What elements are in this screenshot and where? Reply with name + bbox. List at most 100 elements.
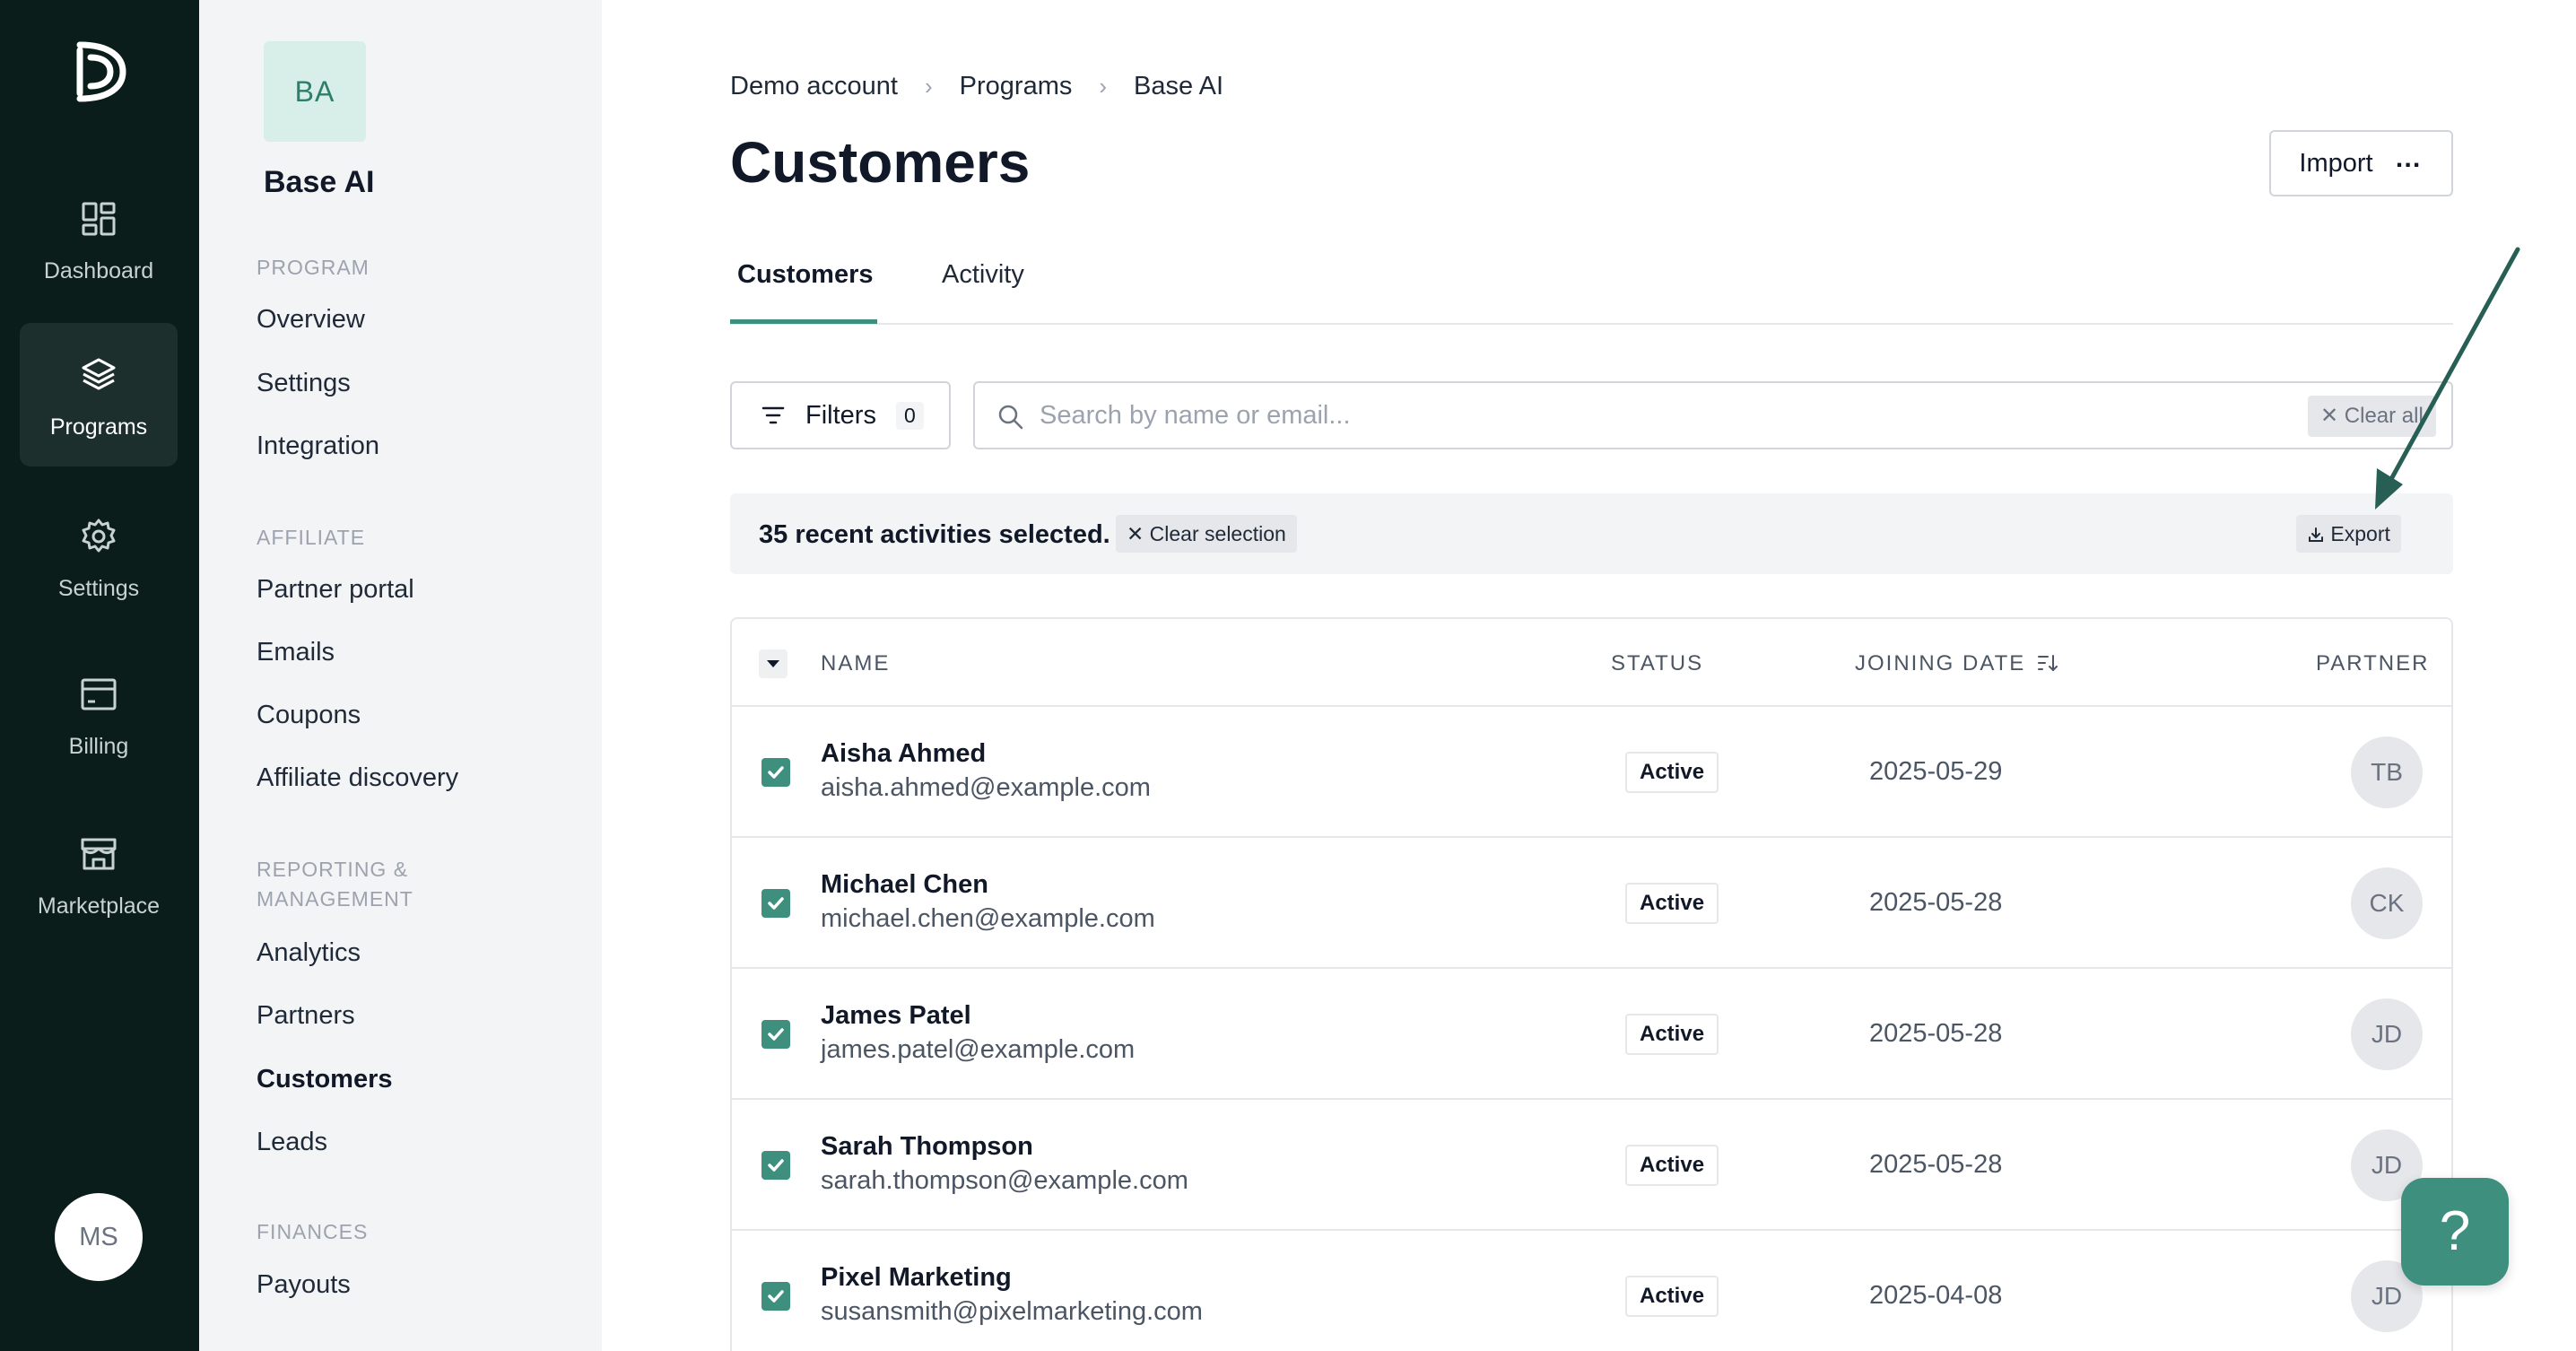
sidebar-item-partner-portal[interactable]: Partner portal bbox=[257, 575, 414, 605]
customer-name: Michael Chen bbox=[821, 870, 988, 899]
checkmark-icon bbox=[768, 1159, 784, 1172]
import-button-label: Import bbox=[2299, 148, 2373, 178]
row-checkbox[interactable] bbox=[761, 1020, 790, 1049]
rail-item-billing[interactable]: Billing bbox=[20, 642, 178, 786]
sidebar-item-overview[interactable]: Overview bbox=[257, 305, 365, 335]
sidebar-item-analytics[interactable]: Analytics bbox=[257, 938, 361, 968]
table-row[interactable]: James Patel james.patel@example.com Acti… bbox=[732, 969, 2451, 1100]
active-tab-indicator bbox=[730, 319, 877, 324]
sidebar-item-leads[interactable]: Leads bbox=[257, 1128, 327, 1157]
download-icon bbox=[2309, 527, 2323, 542]
section-label-program: PROGRAM bbox=[257, 256, 370, 279]
customers-table: NAME STATUS JOINING DATE PARTNER Aisha A… bbox=[730, 617, 2453, 1351]
section-label-reporting: REPORTING & MANAGEMENT bbox=[257, 858, 413, 911]
sidebar-item-emails[interactable]: Emails bbox=[257, 638, 335, 667]
checkmark-icon bbox=[768, 897, 784, 910]
selection-count-text: 35 recent activities selected. bbox=[759, 520, 1110, 549]
rail-item-marketplace[interactable]: Marketplace bbox=[20, 802, 178, 946]
gear-icon bbox=[82, 519, 116, 553]
customer-email: susansmith@pixelmarketing.com bbox=[821, 1297, 1203, 1326]
table-row[interactable]: Aisha Ahmed aisha.ahmed@example.com Acti… bbox=[732, 707, 2451, 838]
close-icon: ✕ bbox=[2320, 404, 2339, 428]
page-title: Customers bbox=[730, 130, 1031, 195]
customer-name: Pixel Marketing bbox=[821, 1263, 1012, 1292]
rail-item-programs[interactable]: Programs bbox=[20, 323, 178, 466]
user-avatar[interactable]: MS bbox=[55, 1193, 143, 1281]
row-checkbox[interactable] bbox=[761, 1151, 790, 1180]
customer-email: james.patel@example.com bbox=[821, 1035, 1136, 1064]
table-header: NAME STATUS JOINING DATE PARTNER bbox=[732, 619, 2451, 707]
sidebar-item-payouts[interactable]: Payouts bbox=[257, 1270, 351, 1300]
sidebar-item-partners[interactable]: Partners bbox=[257, 1001, 355, 1031]
rail-item-label: Billing bbox=[68, 734, 129, 759]
customer-name: Aisha Ahmed bbox=[821, 739, 987, 768]
status-badge: Active bbox=[1625, 883, 1719, 924]
tab-customers[interactable]: Customers bbox=[737, 260, 874, 290]
select-all-dropdown[interactable] bbox=[759, 649, 788, 678]
status-badge: Active bbox=[1625, 1145, 1719, 1186]
clear-selection-button[interactable]: ✕ Clear selection bbox=[1116, 515, 1297, 553]
customer-name: Sarah Thompson bbox=[821, 1132, 1033, 1161]
row-checkbox[interactable] bbox=[761, 889, 790, 918]
sidebar-item-coupons[interactable]: Coupons bbox=[257, 701, 361, 730]
checkmark-icon bbox=[768, 1290, 784, 1303]
clear-selection-label: Clear selection bbox=[1149, 522, 1286, 545]
table-row[interactable]: Pixel Marketing susansmith@pixelmarketin… bbox=[732, 1231, 2451, 1351]
column-header-partner[interactable]: PARTNER bbox=[2316, 651, 2429, 676]
sidebar-item-customers[interactable]: Customers bbox=[257, 1065, 393, 1094]
partner-avatar[interactable]: CK bbox=[2351, 867, 2423, 939]
billing-icon bbox=[81, 678, 117, 710]
joining-date: 2025-05-28 bbox=[1869, 1150, 2003, 1179]
partner-avatar[interactable]: JD bbox=[2351, 998, 2423, 1070]
search-field: ✕ Clear all bbox=[973, 381, 2453, 449]
sidebar-item-integration[interactable]: Integration bbox=[257, 431, 379, 461]
partner-avatar[interactable]: TB bbox=[2351, 737, 2423, 808]
rail-item-settings[interactable]: Settings bbox=[20, 484, 178, 628]
row-checkbox[interactable] bbox=[761, 758, 790, 787]
breadcrumb: Demo account › Programs › Base AI bbox=[730, 72, 1223, 101]
filters-button[interactable]: Filters 0 bbox=[730, 381, 951, 449]
sort-icon[interactable] bbox=[2037, 653, 2058, 673]
sidebar-item-affiliate-discovery[interactable]: Affiliate discovery bbox=[257, 763, 458, 793]
clear-all-label: Clear all bbox=[2344, 404, 2424, 428]
table-row[interactable]: Sarah Thompson sarah.thompson@example.co… bbox=[732, 1100, 2451, 1231]
tab-activity[interactable]: Activity bbox=[942, 260, 1024, 290]
breadcrumb-item-program[interactable]: Base AI bbox=[1134, 72, 1223, 101]
column-header-name[interactable]: NAME bbox=[821, 651, 890, 676]
breadcrumb-item-account[interactable]: Demo account bbox=[730, 72, 898, 101]
icon-rail: Dashboard Programs Settings Billing Mark… bbox=[0, 0, 199, 1351]
brand-logo-icon[interactable] bbox=[67, 36, 130, 108]
sidebar-item-settings[interactable]: Settings bbox=[257, 369, 351, 398]
program-badge: BA bbox=[264, 41, 366, 142]
search-icon bbox=[998, 405, 1023, 430]
checkmark-icon bbox=[768, 1028, 784, 1041]
row-checkbox[interactable] bbox=[761, 1282, 790, 1311]
status-badge: Active bbox=[1625, 1014, 1719, 1055]
program-sidebar: BA Base AI PROGRAM Overview Settings Int… bbox=[199, 0, 602, 1351]
export-label: Export bbox=[2330, 522, 2390, 545]
rail-item-label: Programs bbox=[49, 414, 148, 440]
column-header-status[interactable]: STATUS bbox=[1611, 651, 1703, 676]
joining-date: 2025-04-08 bbox=[1869, 1281, 2003, 1310]
section-label-finances: FINANCES bbox=[257, 1220, 369, 1243]
column-header-joining-date-label: JOINING DATE bbox=[1855, 651, 2026, 676]
customer-email: michael.chen@example.com bbox=[821, 904, 1155, 933]
rail-item-dashboard[interactable]: Dashboard bbox=[20, 167, 178, 310]
breadcrumb-item-programs[interactable]: Programs bbox=[960, 72, 1073, 101]
joining-date: 2025-05-29 bbox=[1869, 757, 2003, 786]
status-badge: Active bbox=[1625, 752, 1719, 793]
help-button[interactable]: ? bbox=[2401, 1178, 2509, 1286]
clear-all-button[interactable]: ✕ Clear all bbox=[2308, 396, 2436, 437]
import-button[interactable]: Import … bbox=[2269, 130, 2453, 196]
store-icon bbox=[81, 838, 117, 870]
export-button[interactable]: Export bbox=[2296, 515, 2401, 553]
search-input[interactable] bbox=[1040, 396, 2188, 435]
filter-icon bbox=[761, 406, 785, 424]
column-header-joining-date[interactable]: JOINING DATE bbox=[1855, 651, 2058, 676]
status-badge: Active bbox=[1625, 1276, 1719, 1317]
section-label-affiliate: AFFILIATE bbox=[257, 526, 366, 549]
filters-count-badge: 0 bbox=[895, 401, 924, 430]
customer-email: sarah.thompson@example.com bbox=[821, 1166, 1188, 1195]
table-row[interactable]: Michael Chen michael.chen@example.com Ac… bbox=[732, 838, 2451, 969]
help-icon: ? bbox=[2439, 1200, 2471, 1262]
